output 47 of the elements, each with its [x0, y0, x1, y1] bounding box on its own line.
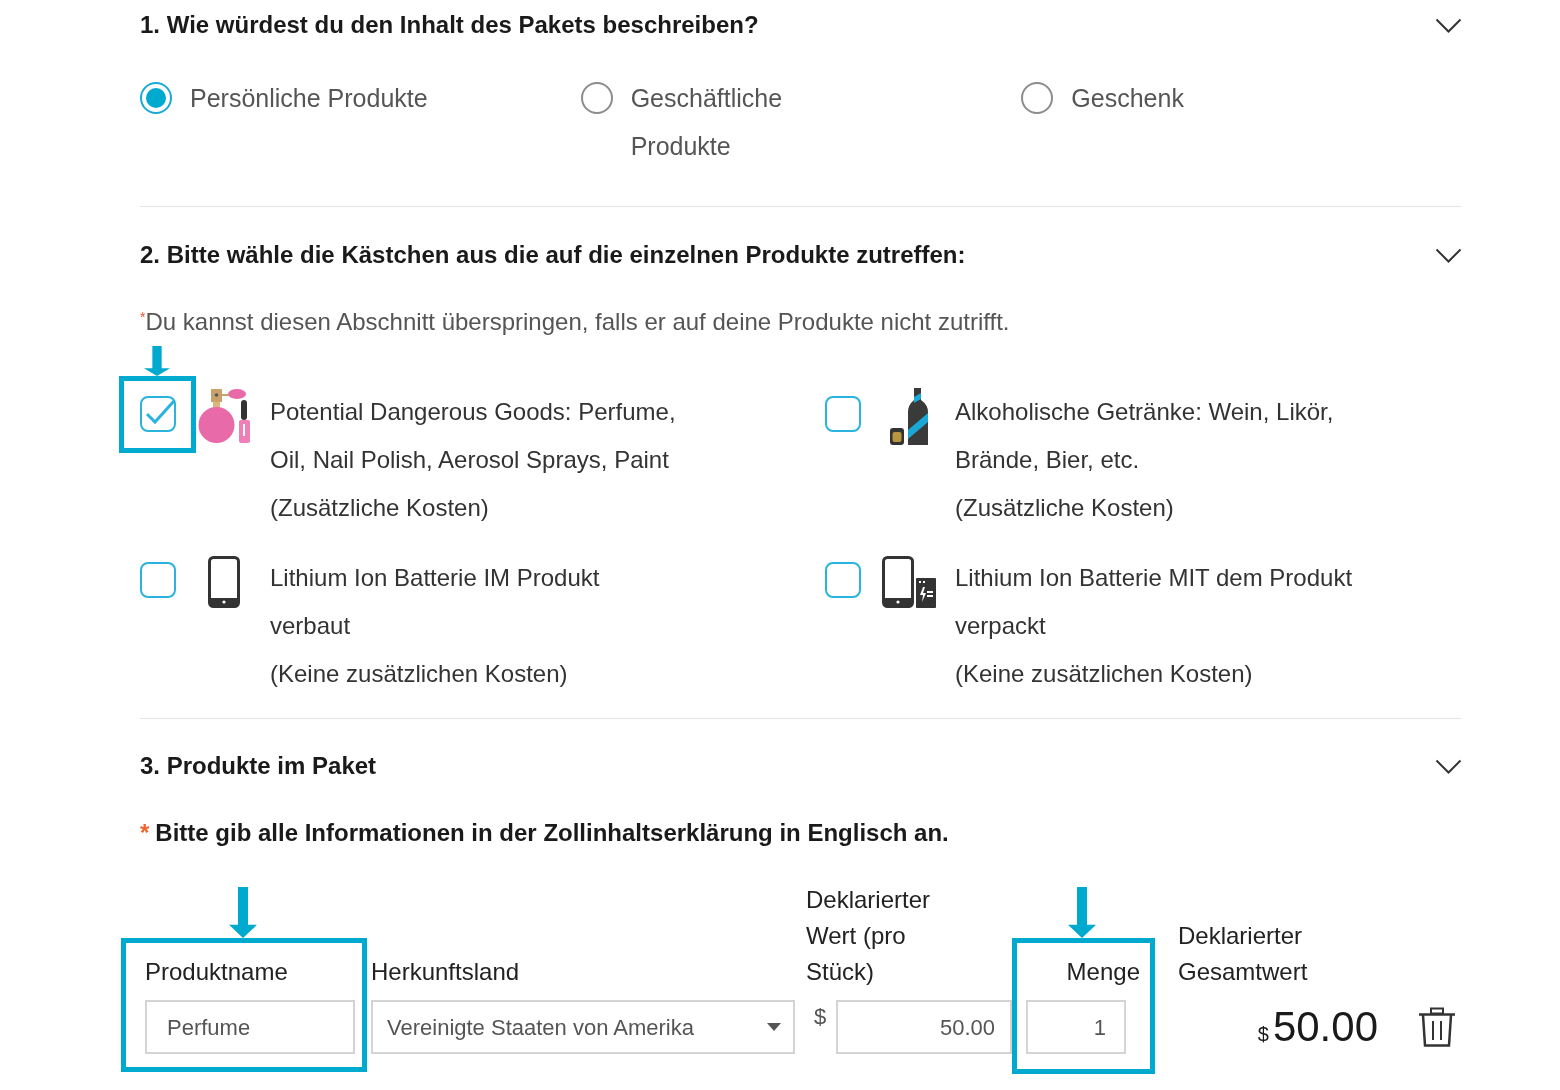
bottle-and-glass-icon — [890, 387, 928, 445]
total-amount: 50.00 — [1272, 1002, 1378, 1052]
country-select[interactable]: Vereinigte Staaten von Amerika — [371, 1000, 795, 1054]
option-label: Lithium Ion Batterie MIT dem Produkt verpackt — [955, 563, 1354, 641]
caret-icon — [767, 1023, 781, 1031]
perfume-icon — [196, 388, 252, 444]
phone-icon — [208, 556, 240, 608]
trash-icon[interactable] — [1418, 1007, 1456, 1047]
radio-button[interactable] — [140, 82, 172, 114]
cost-note: (Keine zusätzlichen Kosten) — [270, 659, 569, 689]
product-name-field[interactable]: Perfume — [145, 1000, 355, 1054]
field-label: Deklarierter Gesamtwert — [1178, 921, 1309, 987]
quantity-field[interactable]: 1 — [1026, 1000, 1126, 1054]
checkbox[interactable] — [825, 562, 861, 598]
field-label: Herkunftsland — [371, 957, 521, 987]
chevron-down-icon[interactable] — [1435, 758, 1462, 774]
radio-button[interactable] — [580, 82, 613, 114]
down-arrow-icon — [1068, 887, 1096, 938]
cost-note: (Keine zusätzlichen Kosten) — [955, 659, 1254, 689]
option-label: Geschäftliche Produkte — [630, 83, 784, 162]
skip-note: $^{*}$Du kannst diesen Abschnitt überspringen, falls er auf deine Produkte nicht zutrifft. — [140, 307, 1011, 337]
field-label: Menge — [1065, 957, 1140, 987]
option-label: Potential Dangerous Goods: Perfume, Oil, Nail Polish, Aerosol Sprays, Paint — [270, 397, 677, 475]
currency-symbol: $ — [1257, 1022, 1269, 1047]
radio-button[interactable] — [1021, 82, 1054, 114]
section-title: 1. Wie würdest du den Inhalt des Pakets beschreiben? — [140, 10, 759, 40]
option-label: Alkoholische Getränke: Wein, Likör, Brände, Bier, etc. — [955, 397, 1335, 475]
phone-and-battery-icon — [882, 556, 936, 608]
chevron-down-icon[interactable] — [1435, 17, 1462, 33]
value-field[interactable]: 50.00 — [836, 1000, 1012, 1054]
cost-note: (Zusätzliche Kosten) — [270, 493, 490, 523]
checkbox[interactable] — [140, 396, 176, 432]
option-label: Lithium Ion Batterie IM Produkt verbaut — [270, 563, 601, 641]
down-arrow-icon — [144, 346, 170, 376]
field-label: Deklarierter Wert (pro Stück) — [806, 885, 932, 987]
currency-symbol: $ — [814, 1004, 828, 1030]
checkbox[interactable] — [825, 396, 861, 432]
down-arrow-icon — [229, 887, 257, 938]
checkbox[interactable] — [140, 562, 176, 598]
option-label: Persönliche Produkte — [190, 83, 429, 114]
field-label: Produktname — [145, 957, 289, 987]
section-title: 3. Produkte im Paket — [140, 751, 377, 781]
cost-note: (Zusätzliche Kosten) — [955, 493, 1175, 523]
section-title: 2. Bitte wähle die Kästchen aus die auf die einzelnen Produkte zutreffen: — [140, 240, 966, 270]
option-label: Geschenk — [1071, 83, 1185, 114]
language-note: * Bitte gib alle Informationen in der Zollinhaltserklärung in Englisch an. — [140, 818, 950, 848]
chevron-down-icon[interactable] — [1435, 247, 1462, 263]
